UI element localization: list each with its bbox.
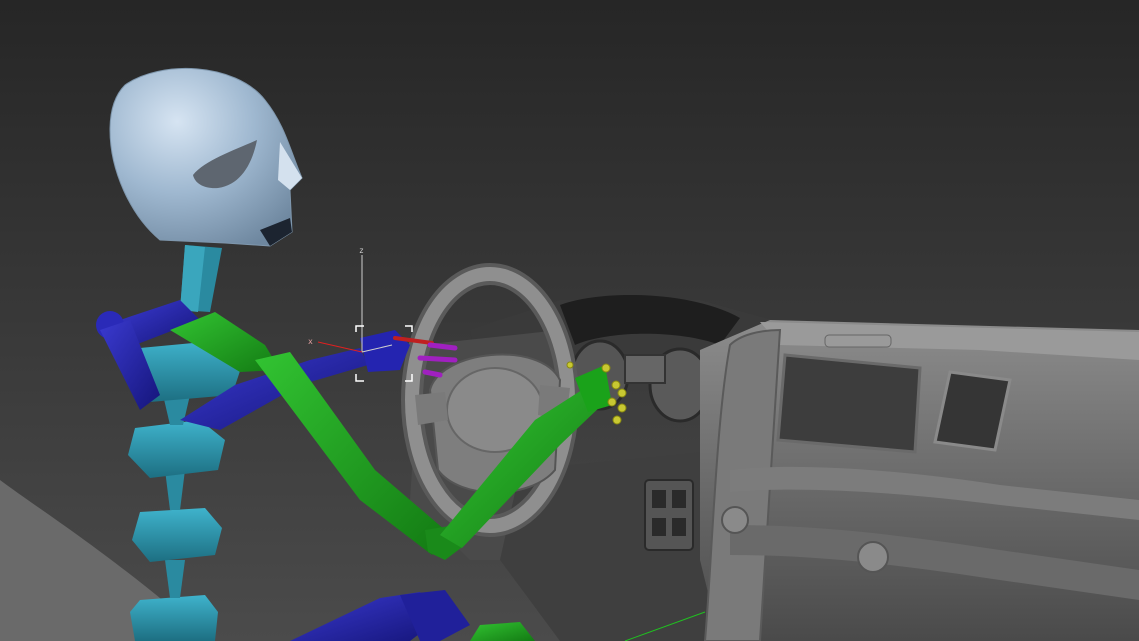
3d-viewport[interactable]: z x [0,0,1139,641]
gizmo-label-z: z [359,246,364,255]
gizmo-label-x: x [308,337,313,346]
viewport-scene[interactable]: z x [0,0,1139,641]
